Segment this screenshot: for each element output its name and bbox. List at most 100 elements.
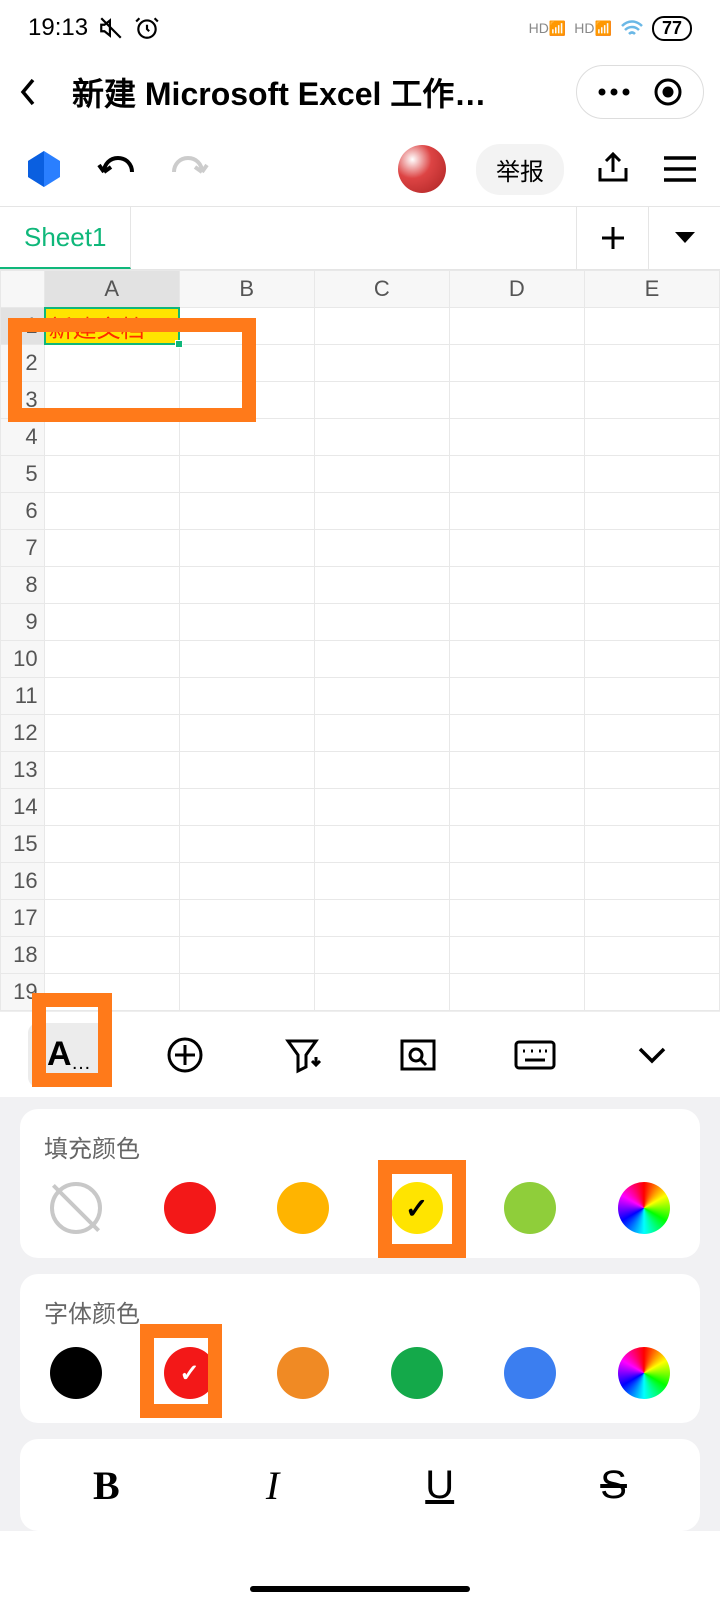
- keyboard-button[interactable]: [495, 1023, 575, 1087]
- row-header[interactable]: 1: [1, 308, 45, 345]
- col-header[interactable]: B: [179, 271, 314, 308]
- cell[interactable]: [449, 789, 584, 826]
- cell[interactable]: [449, 826, 584, 863]
- menu-icon[interactable]: [662, 154, 698, 184]
- cell[interactable]: [44, 678, 179, 715]
- cell[interactable]: [179, 900, 314, 937]
- cell[interactable]: [44, 715, 179, 752]
- strikethrough-button[interactable]: S: [600, 1463, 627, 1508]
- cell[interactable]: [449, 345, 584, 382]
- cell[interactable]: [584, 456, 719, 493]
- collapse-button[interactable]: [612, 1023, 692, 1087]
- target-icon[interactable]: [653, 77, 683, 107]
- cell[interactable]: [314, 419, 449, 456]
- cell[interactable]: [314, 937, 449, 974]
- cell[interactable]: [179, 493, 314, 530]
- cell[interactable]: [314, 826, 449, 863]
- cell[interactable]: [449, 493, 584, 530]
- font-black-swatch[interactable]: [50, 1347, 102, 1399]
- cell[interactable]: [449, 382, 584, 419]
- bold-button[interactable]: B: [93, 1462, 120, 1509]
- cell[interactable]: [449, 752, 584, 789]
- cell[interactable]: [449, 530, 584, 567]
- row-header[interactable]: 15: [1, 826, 45, 863]
- cell[interactable]: [44, 493, 179, 530]
- row-header[interactable]: 13: [1, 752, 45, 789]
- cell[interactable]: [449, 604, 584, 641]
- fill-custom-swatch[interactable]: [618, 1182, 670, 1234]
- more-icon[interactable]: [597, 87, 631, 97]
- cell[interactable]: [584, 382, 719, 419]
- col-header[interactable]: E: [584, 271, 719, 308]
- cell[interactable]: [584, 974, 719, 1011]
- row-header[interactable]: 19: [1, 974, 45, 1011]
- cell[interactable]: [584, 604, 719, 641]
- find-button[interactable]: [378, 1023, 458, 1087]
- cell[interactable]: [44, 863, 179, 900]
- cell-a1[interactable]: 新建文档: [44, 308, 179, 345]
- cell[interactable]: [44, 900, 179, 937]
- share-icon[interactable]: [594, 150, 632, 188]
- format-button[interactable]: A…: [28, 1023, 108, 1087]
- cell[interactable]: [179, 308, 314, 345]
- cell[interactable]: [314, 789, 449, 826]
- cell[interactable]: [44, 937, 179, 974]
- cell[interactable]: [314, 308, 449, 345]
- fill-handle[interactable]: [175, 340, 183, 348]
- insert-button[interactable]: [145, 1023, 225, 1087]
- app-icon[interactable]: [22, 147, 66, 191]
- fill-none-swatch[interactable]: [50, 1182, 102, 1234]
- cell[interactable]: [314, 641, 449, 678]
- row-header[interactable]: 8: [1, 567, 45, 604]
- cell[interactable]: [179, 789, 314, 826]
- cell[interactable]: [584, 900, 719, 937]
- cell[interactable]: [584, 345, 719, 382]
- cell[interactable]: [584, 752, 719, 789]
- back-button[interactable]: [16, 76, 60, 108]
- redo-button[interactable]: [168, 150, 210, 188]
- row-header[interactable]: 5: [1, 456, 45, 493]
- cell[interactable]: [449, 641, 584, 678]
- cell[interactable]: [314, 382, 449, 419]
- cell[interactable]: [449, 900, 584, 937]
- cell[interactable]: [584, 641, 719, 678]
- fill-orange-swatch[interactable]: [277, 1182, 329, 1234]
- avatar[interactable]: [398, 145, 446, 193]
- cell[interactable]: [179, 382, 314, 419]
- cell[interactable]: [44, 604, 179, 641]
- select-all-corner[interactable]: [1, 271, 45, 308]
- cell[interactable]: [314, 456, 449, 493]
- spreadsheet-grid[interactable]: A B C D E 1 新建文档 2 3 4 5 6 7 8 9 10 11 1…: [0, 270, 720, 1011]
- cell[interactable]: [584, 826, 719, 863]
- cell[interactable]: [314, 345, 449, 382]
- cell[interactable]: [179, 530, 314, 567]
- row-header[interactable]: 9: [1, 604, 45, 641]
- cell[interactable]: [44, 456, 179, 493]
- font-orange-swatch[interactable]: [277, 1347, 329, 1399]
- cell[interactable]: [179, 456, 314, 493]
- cell[interactable]: [584, 530, 719, 567]
- sheet-dropdown-button[interactable]: [648, 207, 720, 269]
- sheet-tab-active[interactable]: Sheet1: [0, 207, 131, 269]
- row-header[interactable]: 12: [1, 715, 45, 752]
- cell[interactable]: [44, 419, 179, 456]
- cell[interactable]: [449, 974, 584, 1011]
- cell[interactable]: [314, 752, 449, 789]
- row-header[interactable]: 11: [1, 678, 45, 715]
- row-header[interactable]: 2: [1, 345, 45, 382]
- cell[interactable]: [179, 419, 314, 456]
- cell[interactable]: [584, 937, 719, 974]
- cell[interactable]: [449, 715, 584, 752]
- cell[interactable]: [449, 567, 584, 604]
- cell[interactable]: [44, 530, 179, 567]
- cell[interactable]: [179, 678, 314, 715]
- cell[interactable]: [179, 345, 314, 382]
- cell[interactable]: [584, 863, 719, 900]
- filter-button[interactable]: [262, 1023, 342, 1087]
- fill-yellow-swatch[interactable]: ✓: [391, 1182, 443, 1234]
- cell[interactable]: [584, 789, 719, 826]
- italic-button[interactable]: I: [266, 1462, 279, 1509]
- font-red-swatch[interactable]: ✓: [164, 1347, 216, 1399]
- cell[interactable]: [179, 641, 314, 678]
- col-header[interactable]: D: [449, 271, 584, 308]
